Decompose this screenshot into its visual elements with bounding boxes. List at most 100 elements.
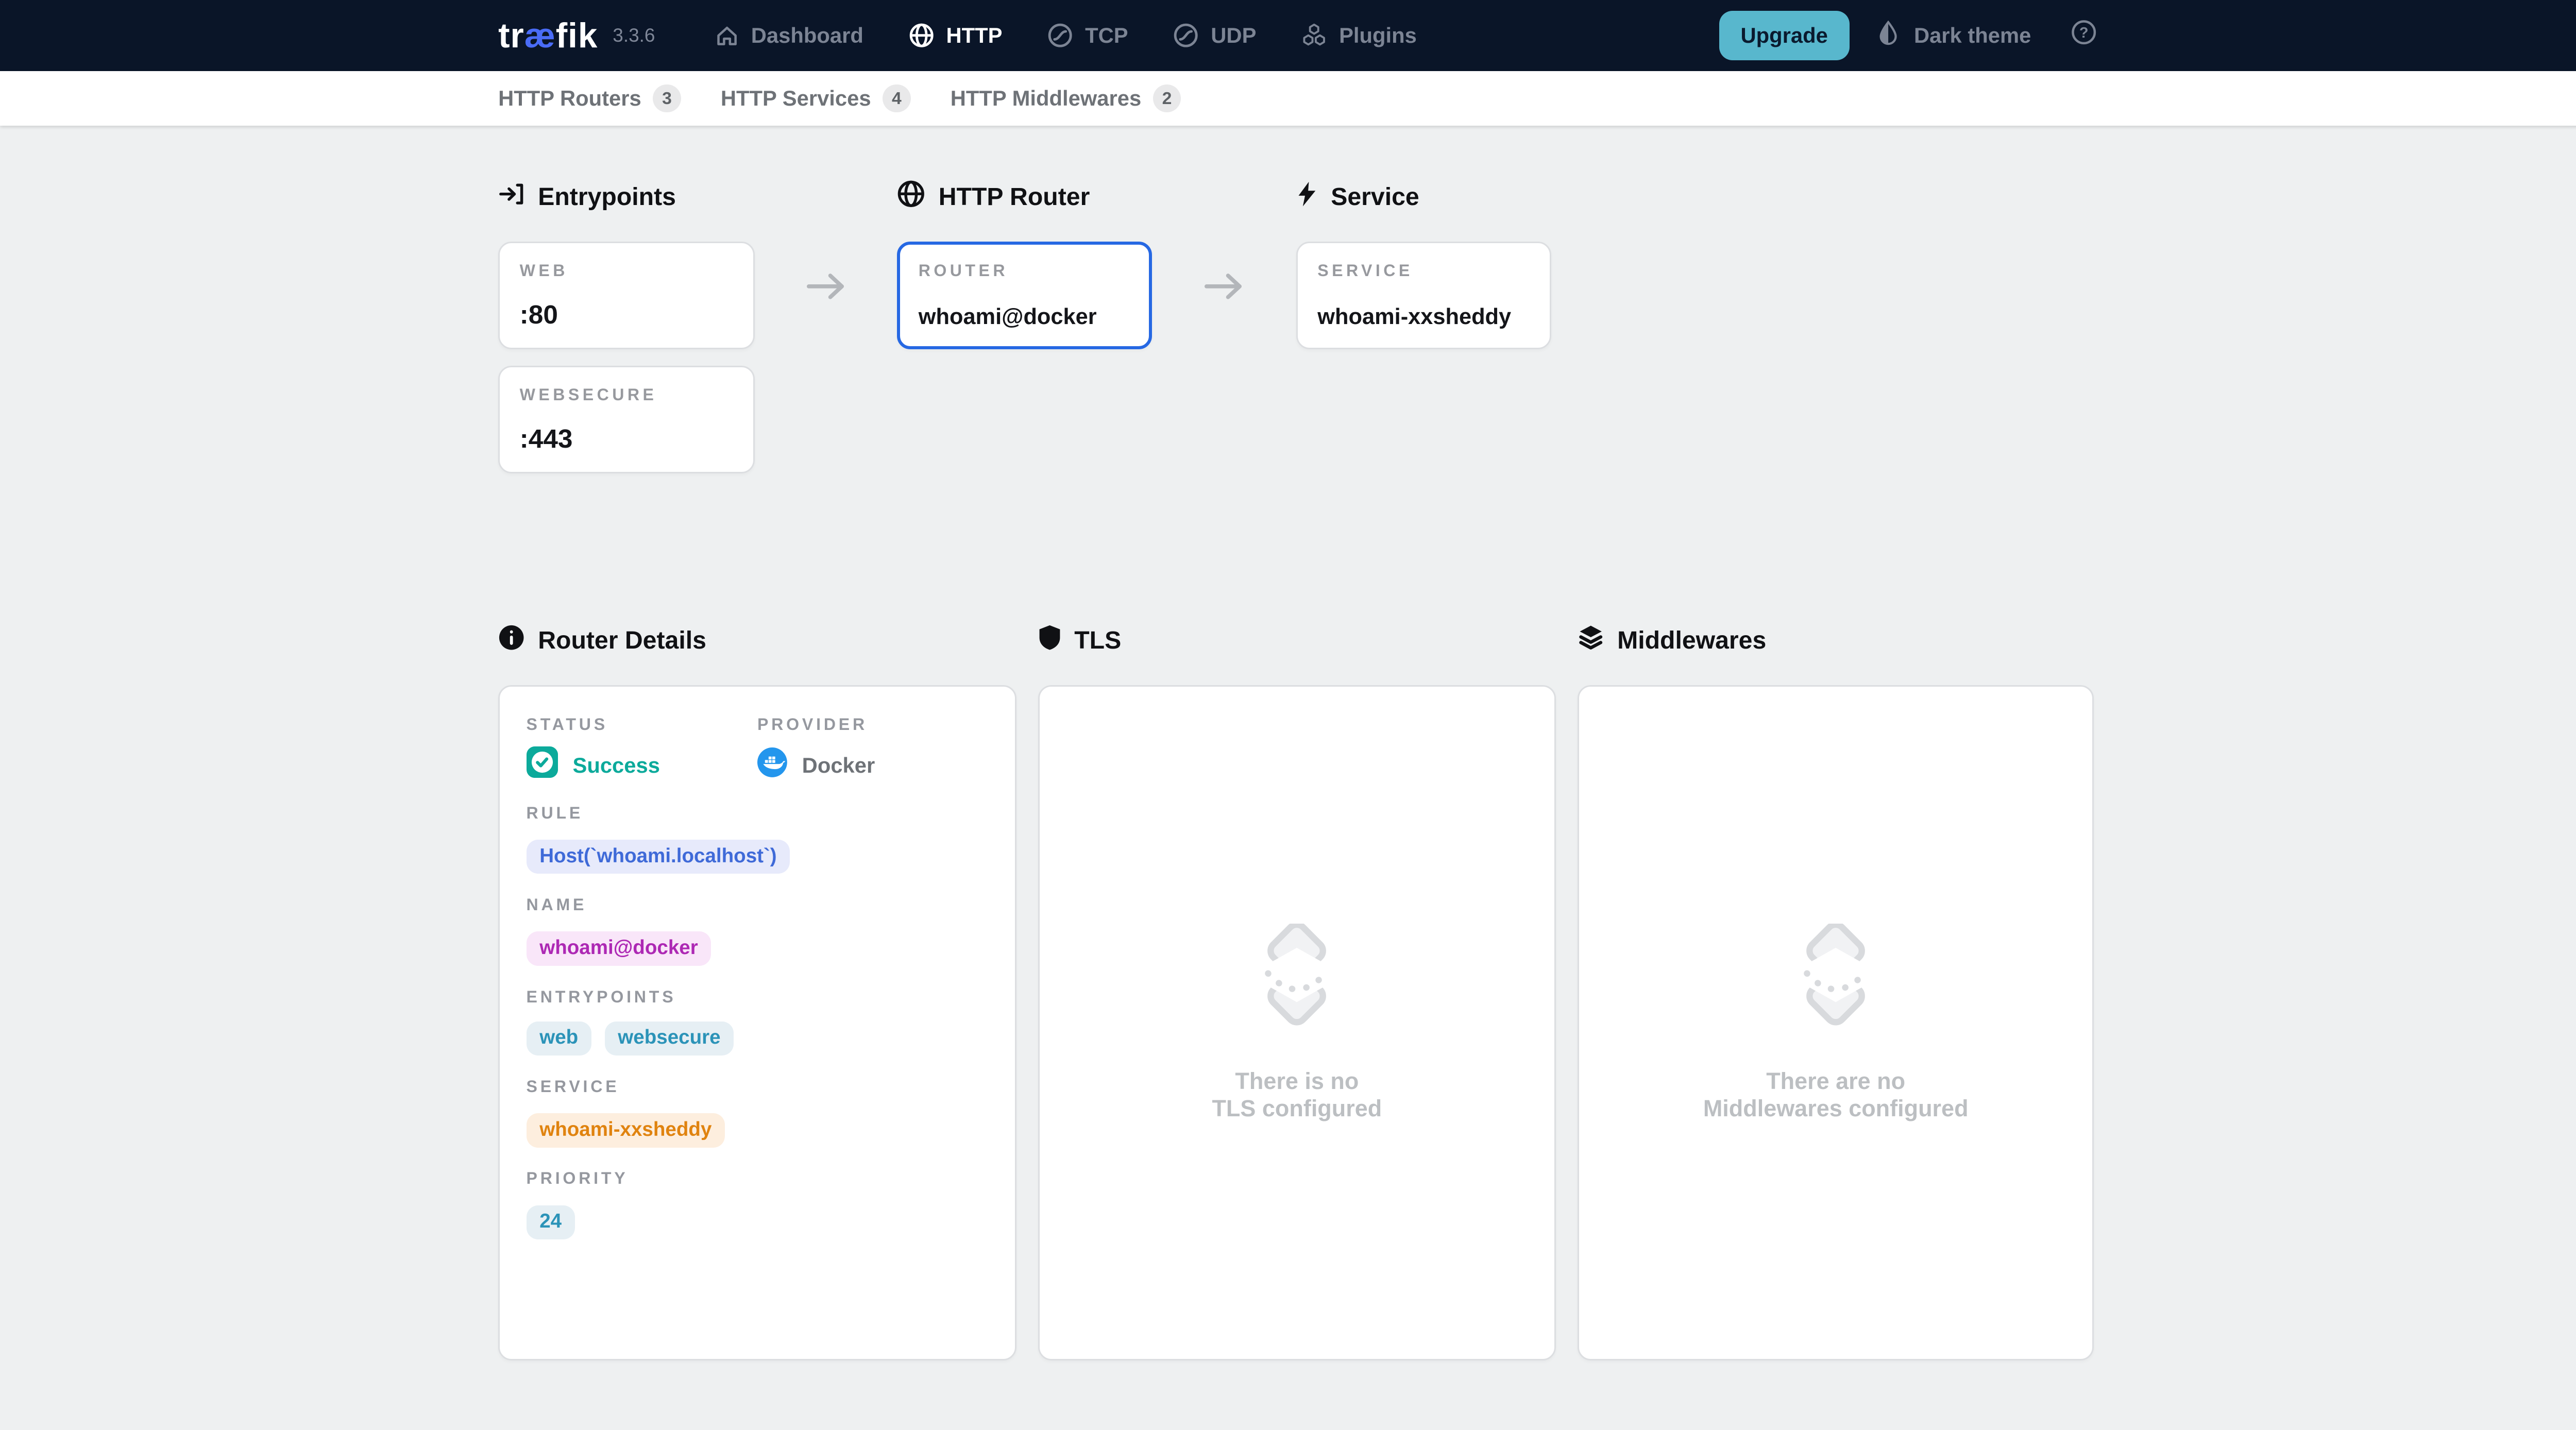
bolt-icon: [1296, 181, 1318, 213]
help-button[interactable]: ?: [2071, 19, 2097, 52]
tls-panel: TLS There is no TLS configured: [1038, 625, 1556, 1360]
middlewares-empty-line1: There are no: [1703, 1067, 1969, 1095]
nav-item-plugins[interactable]: Plugins: [1301, 22, 1417, 48]
status-group: STATUS Success: [527, 715, 757, 782]
empty-layers-icon: [1242, 924, 1351, 1032]
router-card[interactable]: ROUTER whoami@docker: [897, 242, 1152, 349]
priority-chip: 24: [527, 1205, 575, 1239]
nav-item-label: TCP: [1085, 23, 1128, 48]
logo-ae: æ: [524, 16, 556, 56]
logo-text: tr: [498, 16, 524, 56]
middlewares-card: There are no Middlewares configured: [1578, 685, 2094, 1360]
status-label: STATUS: [527, 715, 757, 734]
nav-item-label: Plugins: [1339, 23, 1417, 48]
nav-item-label: Dashboard: [751, 23, 863, 48]
nav-item-dashboard[interactable]: Dashboard: [715, 23, 863, 48]
tab-http-routers[interactable]: HTTP Routers 3: [498, 84, 681, 113]
service-chip: whoami-xxsheddy: [527, 1113, 725, 1147]
priority-group: PRIORITY 24: [527, 1169, 989, 1239]
service-title: Service: [1331, 182, 1419, 211]
name-chip: whoami@docker: [527, 931, 711, 965]
priority-label: PRIORITY: [527, 1169, 989, 1188]
entrypoint-label: WEBSECURE: [520, 385, 734, 404]
top-navbar: træfik 3.3.6 Dashboard HTTP TCP: [0, 0, 2576, 71]
router-details-panel: Router Details STATUS Success PRO: [498, 625, 1016, 1360]
router-details-card: STATUS Success PROVIDER: [498, 685, 1016, 1360]
nav-item-http[interactable]: HTTP: [908, 22, 1003, 48]
middlewares-empty-text: There are no Middlewares configured: [1703, 1067, 1969, 1122]
layers-icon: [1578, 624, 1604, 657]
nav-item-tcp[interactable]: TCP: [1047, 22, 1128, 48]
nav-item-label: UDP: [1211, 23, 1256, 48]
right-arrow-icon: [806, 271, 846, 308]
tab-label: HTTP Middlewares: [951, 86, 1141, 111]
service-card-value: whoami-xxsheddy: [1317, 304, 1530, 330]
entrypoint-port: :80: [520, 299, 734, 330]
status-value: Success: [572, 753, 659, 778]
globe-icon: [908, 22, 935, 48]
version-label: 3.3.6: [613, 25, 655, 46]
main-content: Entrypoints WEB :80 WEBSECURE :443 HTTP …: [498, 126, 2097, 1360]
router-details-heading: Router Details: [498, 625, 1016, 655]
http-router-title: HTTP Router: [939, 182, 1090, 211]
entrypoint-card-web: WEB :80: [498, 242, 755, 349]
globe-icon: [897, 180, 925, 214]
router-card-value: whoami@docker: [919, 304, 1131, 330]
service-card-label: SERVICE: [1317, 261, 1530, 280]
entrypoints-label: ENTRYPOINTS: [527, 988, 989, 1007]
service-column: Service SERVICE whoami-xxsheddy: [1296, 182, 1551, 490]
tls-heading: TLS: [1038, 625, 1556, 655]
svg-text:?: ?: [2079, 25, 2089, 41]
provider-label: PROVIDER: [757, 715, 988, 734]
cubes-icon: [1301, 22, 1327, 48]
entrypoint-card-websecure: WEBSECURE :443: [498, 366, 755, 473]
rule-label: RULE: [527, 804, 989, 823]
service-group: SERVICE whoami-xxsheddy: [527, 1077, 989, 1148]
service-card[interactable]: SERVICE whoami-xxsheddy: [1296, 242, 1551, 349]
nav-item-udp[interactable]: UDP: [1173, 22, 1256, 48]
tab-count-badge: 3: [653, 84, 681, 113]
middlewares-empty-line2: Middlewares configured: [1703, 1095, 1969, 1122]
entrypoints-title: Entrypoints: [538, 182, 676, 211]
entrypoint-port: :443: [520, 423, 734, 454]
tab-http-middlewares[interactable]: HTTP Middlewares 2: [951, 84, 1181, 113]
dark-theme-toggle[interactable]: Dark theme: [1876, 21, 2031, 50]
middlewares-title: Middlewares: [1617, 626, 1766, 655]
provider-value: Docker: [802, 753, 875, 778]
tls-card: There is no TLS configured: [1038, 685, 1556, 1360]
rule-chip: Host(`whoami.localhost`): [527, 840, 790, 874]
flow-arrow-cell: [1152, 182, 1296, 490]
middlewares-panel: Middlewares There are no Middlewares con…: [1578, 625, 2094, 1360]
tab-label: HTTP Routers: [498, 86, 641, 111]
right-arrow-icon: [1204, 271, 1244, 308]
router-card-label: ROUTER: [919, 261, 1131, 280]
traefik-logo[interactable]: træfik: [498, 16, 598, 56]
docker-icon: [757, 747, 787, 784]
detail-panels: Router Details STATUS Success PRO: [498, 625, 2097, 1360]
tab-count-badge: 4: [883, 84, 911, 113]
rule-group: RULE Host(`whoami.localhost`): [527, 804, 989, 874]
tab-count-badge: 2: [1153, 84, 1181, 113]
entrypoint-label: WEB: [520, 261, 734, 280]
proxy-icon: [1173, 22, 1199, 48]
question-icon: ?: [2071, 19, 2097, 52]
router-column: HTTP Router ROUTER whoami@docker: [897, 182, 1152, 490]
proxy-icon: [1047, 22, 1073, 48]
droplet-icon: [1876, 21, 1901, 50]
home-icon: [715, 23, 739, 48]
flow-arrow-cell: [755, 182, 897, 490]
tls-empty-line1: There is no: [1212, 1067, 1382, 1095]
service-heading: Service: [1296, 182, 1551, 212]
entrypoints-heading: Entrypoints: [498, 182, 755, 212]
entrypoints-group: ENTRYPOINTS web websecure: [527, 988, 989, 1056]
nav-menu: Dashboard HTTP TCP UDP: [715, 22, 1417, 48]
tab-http-services[interactable]: HTTP Services 4: [721, 84, 911, 113]
entrypoint-chip: web: [527, 1022, 591, 1056]
tls-title: TLS: [1074, 626, 1121, 655]
logo-text-2: fik: [556, 16, 598, 56]
service-label: SERVICE: [527, 1077, 989, 1096]
upgrade-button[interactable]: Upgrade: [1719, 11, 1850, 60]
name-label: NAME: [527, 895, 989, 914]
entrypoint-chip: websecure: [605, 1022, 734, 1056]
name-group: NAME whoami@docker: [527, 895, 989, 966]
